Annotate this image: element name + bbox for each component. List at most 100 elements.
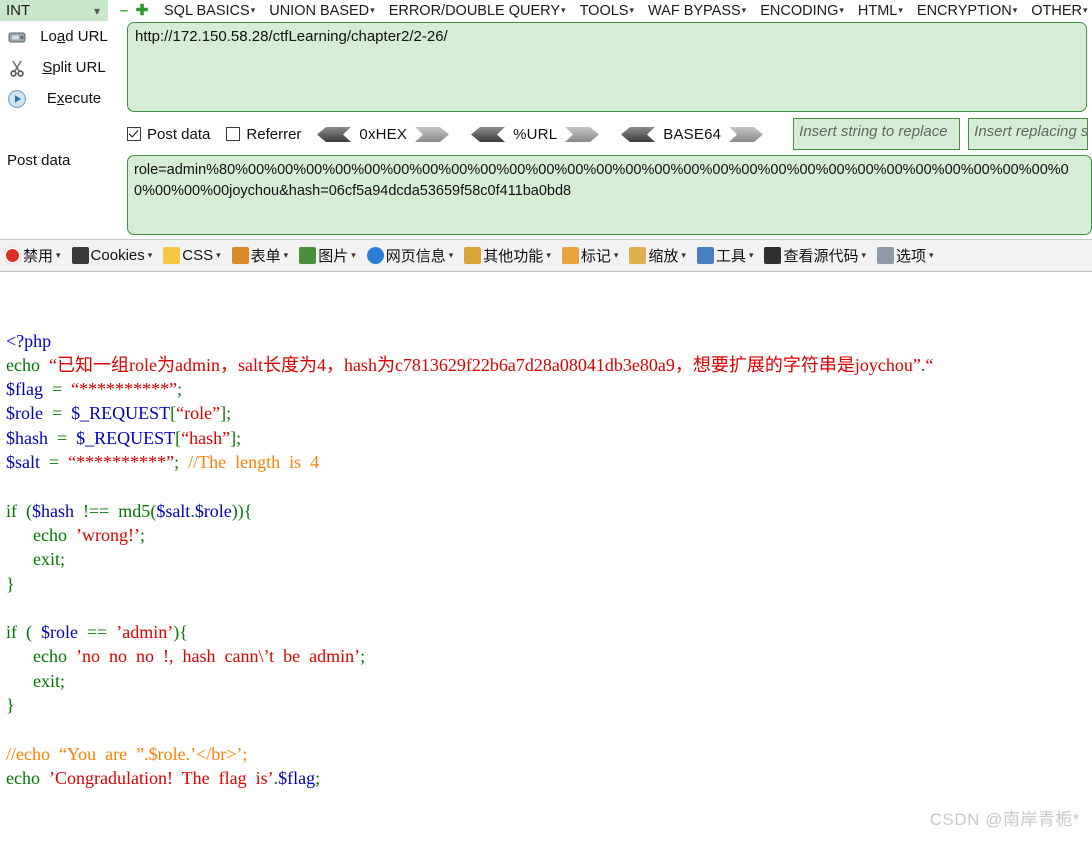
- referrer-checkbox-box[interactable]: [226, 127, 241, 141]
- code-token-str: “**********”: [71, 379, 178, 400]
- code-token-punc: }: [6, 695, 15, 716]
- webbar-item-cookies[interactable]: Cookies ▾: [71, 247, 152, 264]
- replace-with-input[interactable]: Insert replacing string: [968, 118, 1089, 150]
- code-token-kw: echo: [6, 767, 40, 788]
- code-token-str: “hash”: [181, 427, 231, 448]
- menu-item-tools[interactable]: TOOLS▾: [580, 0, 634, 21]
- hackbar-action-column: Load URL Split URL Execute Post data: [0, 21, 120, 240]
- post-data-checkbox-box[interactable]: [127, 127, 141, 141]
- webbar-item-info[interactable]: 网页信息 ▾: [366, 245, 453, 266]
- misc-icon: [464, 247, 482, 264]
- code-line: <?php: [6, 329, 1092, 353]
- webbar-item-misc[interactable]: 其他功能 ▾: [464, 245, 551, 266]
- menu-item-label: OTHER: [1031, 2, 1082, 19]
- chevron-down-icon: ▾: [861, 250, 867, 260]
- webbar-item-label: 其他功能: [483, 248, 544, 265]
- cookies-icon: [71, 247, 89, 264]
- code-token-punc: }: [6, 573, 15, 594]
- font-decrease-button[interactable]: –: [116, 0, 132, 21]
- forms-clipboard-icon: [231, 247, 249, 264]
- webbar-item-view-source[interactable]: 查看源代码 ▾: [764, 245, 866, 266]
- view-source-icon: [764, 247, 782, 264]
- chevron-down-icon: ▾: [629, 4, 634, 15]
- sql-type-select[interactable]: INT ▾: [0, 0, 108, 21]
- encoder-label-base64: BASE64: [663, 125, 722, 143]
- replace-search-input[interactable]: Insert string to replace: [793, 118, 961, 150]
- chevron-down-icon: ▾: [929, 250, 934, 260]
- php-code-block: <?php echo “已知一组role为admin，salt长度为4，hash为…: [6, 329, 1092, 791]
- webbar-item-options[interactable]: 选项 ▾: [877, 245, 934, 266]
- code-token-var: $_REQUEST: [76, 427, 176, 448]
- code-token-def: md5: [118, 500, 151, 521]
- menu-item-label: UNION BASED: [269, 2, 370, 19]
- encoder-label-0xhex: 0xHEX: [359, 125, 408, 143]
- csdn-watermark: CSDN @南岸青栀*: [929, 809, 1080, 829]
- webbar-item-tools[interactable]: 工具 ▾: [696, 245, 753, 266]
- font-increase-button[interactable]: ✚: [134, 0, 150, 21]
- post-data-checkbox[interactable]: Post data: [127, 126, 210, 143]
- web-developer-toolbar: 禁用 ▾ Cookies ▾ CSS ▾ 表单 ▾ 图片 ▾ 网页信息 ▾ 其他功能 ▾ 标记 ▾ 缩放 ▾ 工具 ▾…: [0, 240, 1092, 272]
- code-token-kw: if: [6, 622, 17, 643]
- webbar-item-images[interactable]: 图片 ▾: [299, 245, 356, 266]
- images-icon: [299, 247, 317, 264]
- code-line: $flag = “**********”;: [6, 377, 1092, 401]
- webbar-item-label: 选项: [896, 248, 927, 265]
- chevron-down-icon: ▾: [613, 250, 619, 260]
- menu-item-html[interactable]: HTML▾: [858, 0, 903, 21]
- code-token-kw: exit: [33, 549, 60, 570]
- encoder-groups: 0xHEX %URL BASE64: [317, 126, 785, 143]
- encode-base64-arrow-icon[interactable]: [729, 126, 764, 142]
- php-source-output: <?php echo “已知一组role为admin，salt长度为4，hash为…: [0, 272, 1092, 842]
- referrer-checkbox[interactable]: Referrer: [226, 126, 301, 143]
- code-line: $hash = $_REQUEST[“hash”];: [6, 426, 1092, 450]
- menu-item-encryption[interactable]: ENCRYPTION▾: [917, 0, 1017, 21]
- load-url-button[interactable]: Load URL: [0, 21, 120, 52]
- menu-item-encoding[interactable]: ENCODING▾: [760, 0, 844, 21]
- code-line: //echo “You are ”.$role.’</br>’;: [6, 742, 1092, 766]
- post-data-textarea[interactable]: role=admin%80%00%00%00%00%00%00%00%00%00…: [127, 155, 1092, 235]
- execute-icon: [6, 88, 28, 110]
- chevron-down-icon: ▾: [93, 4, 100, 18]
- webbar-item-outline-pencil[interactable]: 标记 ▾: [561, 245, 619, 266]
- encode-url-arrow-icon[interactable]: [565, 126, 600, 142]
- menu-item-label: ERROR/DOUBLE QUERY: [388, 2, 561, 19]
- execute-button[interactable]: Execute: [0, 83, 120, 114]
- decode-url-arrow-icon[interactable]: [471, 126, 506, 142]
- decode-base64-arrow-icon[interactable]: [621, 126, 656, 142]
- webbar-item-resize-ruler[interactable]: 缩放 ▾: [629, 245, 686, 266]
- webbar-item-label: 网页信息: [385, 248, 446, 265]
- code-token-punc: =: [57, 427, 68, 448]
- code-token-punc: ;: [139, 524, 145, 545]
- code-line: if ($hash !== md5($salt.$role)){: [6, 499, 1092, 523]
- split-url-button[interactable]: Split URL: [0, 52, 120, 83]
- menu-item-waf-bypass[interactable]: WAF BYPASS▾: [648, 0, 746, 21]
- menu-item-union-based[interactable]: UNION BASED▾: [269, 0, 374, 21]
- menu-item-sql-basics[interactable]: SQL BASICS▾: [164, 0, 255, 21]
- webbar-item-label: 图片: [318, 248, 349, 265]
- decode-0xhex-arrow-icon[interactable]: [317, 126, 352, 142]
- webbar-item-label: 表单: [250, 248, 281, 265]
- code-token-kw: echo: [33, 524, 67, 545]
- webbar-item-forms-clipboard[interactable]: 表单 ▾: [231, 245, 288, 266]
- execute-label: Execute: [46, 90, 102, 107]
- code-token-str: “role”: [176, 403, 221, 424]
- code-token-com: //The length is 4: [188, 452, 320, 473]
- code-line: $salt = “**********”; //The length is 4: [6, 450, 1092, 474]
- encode-0xhex-arrow-icon[interactable]: [415, 126, 450, 142]
- webbar-item-disable[interactable]: 禁用 ▾: [4, 245, 61, 266]
- webbar-item-css-pencil[interactable]: CSS ▾: [163, 247, 221, 264]
- webbar-item-label: 标记: [580, 248, 611, 265]
- menu-item-error-double-query[interactable]: ERROR/DOUBLE QUERY▾: [389, 0, 566, 21]
- code-token-var: $salt: [156, 500, 191, 521]
- url-input[interactable]: http://172.150.58.28/ctfLearning/chapter…: [127, 22, 1087, 112]
- menu-item-other[interactable]: OTHER▾: [1031, 0, 1087, 21]
